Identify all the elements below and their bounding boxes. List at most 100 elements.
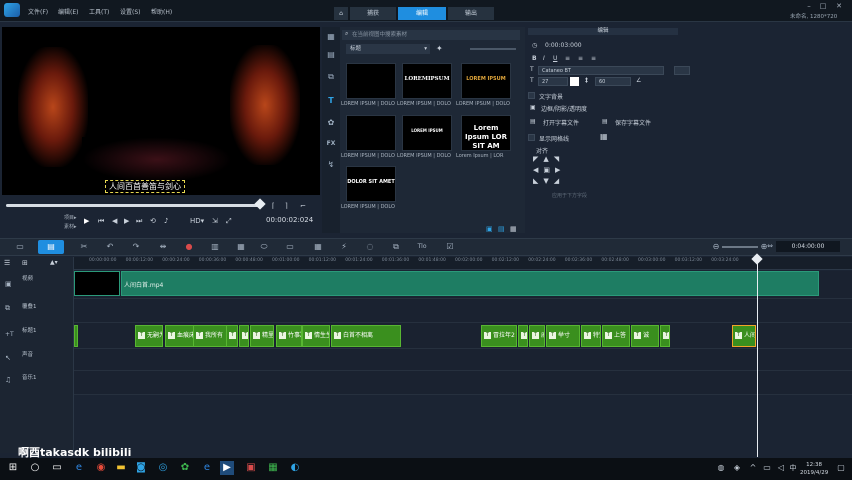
- play-button[interactable]: ▶: [84, 217, 89, 225]
- thumb-size-slider[interactable]: [470, 48, 516, 50]
- video-clip-thumbnail[interactable]: [74, 271, 120, 296]
- title-clip[interactable]: T: [226, 325, 238, 347]
- auto-music-icon[interactable]: ▦: [235, 241, 247, 252]
- playhead[interactable]: [757, 257, 758, 457]
- next-frame-button[interactable]: ▶: [124, 217, 129, 225]
- browse-icon[interactable]: ▣: [486, 225, 493, 233]
- library-search-input[interactable]: 在当前视图中搜索素材: [342, 30, 520, 40]
- title-thumb-3[interactable]: LOREM IPSUM: [461, 63, 511, 99]
- font-size-field[interactable]: 27: [538, 77, 568, 86]
- volume-icon[interactable]: ♪: [164, 217, 168, 225]
- italic-button[interactable]: I: [543, 55, 545, 62]
- title-clip[interactable]: T才知: [518, 325, 528, 347]
- zoom-out-icon[interactable]: ⊖: [710, 241, 722, 252]
- menu-tools[interactable]: 工具(T): [89, 7, 109, 16]
- audio-mixer-icon[interactable]: ▥: [209, 241, 221, 252]
- tools-icon[interactable]: ✂: [78, 241, 90, 252]
- app-icon-2[interactable]: ◎: [156, 461, 170, 475]
- title-clip[interactable]: T: [239, 325, 249, 347]
- edge-icon[interactable]: e: [72, 461, 86, 475]
- task-view-icon[interactable]: ▭: [50, 461, 64, 475]
- start-icon[interactable]: ⊞: [6, 461, 20, 475]
- title-clip[interactable]: T特究执: [581, 325, 601, 347]
- folder-icon[interactable]: ▬: [114, 461, 128, 475]
- menu-settings[interactable]: 设置(S): [120, 7, 141, 16]
- title-clip[interactable]: T柴生羽两体: [660, 325, 670, 347]
- title-clip[interactable]: T 举寸: [546, 325, 580, 347]
- expand-icon[interactable]: ⇲: [212, 217, 218, 225]
- ripple-icon[interactable]: ▲▾: [50, 259, 58, 266]
- title-thumb-2[interactable]: LOREMIPSUM: [402, 63, 452, 99]
- title-thumb-4[interactable]: [346, 115, 396, 151]
- ie-icon[interactable]: e: [200, 461, 214, 475]
- title-thumb-7[interactable]: DOLOR SIT AMET: [346, 166, 396, 202]
- tray-icon-2[interactable]: ◈: [730, 461, 744, 475]
- tab-capture[interactable]: 捕获: [350, 7, 396, 20]
- tab-edit[interactable]: 编辑: [398, 7, 446, 20]
- title-clip[interactable]: T诚: [631, 325, 659, 347]
- grid-settings-icon[interactable]: ▦: [600, 132, 608, 141]
- preview-subtitle[interactable]: 人间百首善笛与剑心: [105, 180, 185, 193]
- title-icon[interactable]: T: [325, 96, 337, 108]
- align-grid[interactable]: ◤▲◥ ◀▣▶ ◣▼◢: [533, 154, 563, 186]
- preview-window[interactable]: [2, 27, 320, 195]
- notification-icon[interactable]: ▢: [834, 461, 848, 475]
- multicam-icon[interactable]: ▦: [312, 241, 324, 252]
- save-subtitle-button[interactable]: 保存字幕文件: [615, 118, 651, 127]
- title-thumb-5[interactable]: LOREM IPSUM: [402, 115, 452, 151]
- title-clip[interactable]: T 我所有: [193, 325, 227, 347]
- ime-indicator[interactable]: 中: [786, 461, 800, 475]
- prev-frame-button[interactable]: ◀: [112, 217, 117, 225]
- hd-toggle[interactable]: HD▾: [190, 217, 204, 225]
- align-right-button[interactable]: ≡: [591, 55, 596, 62]
- zoom-slider[interactable]: [722, 246, 758, 248]
- videostudio-taskbar-icon[interactable]: ▶: [220, 461, 234, 475]
- music-track[interactable]: [74, 371, 852, 395]
- repeat-button[interactable]: ⟲: [150, 217, 156, 225]
- video-clip[interactable]: [121, 271, 819, 296]
- align-center-button[interactable]: ≡: [578, 55, 583, 62]
- app-icon-1[interactable]: ◙: [134, 461, 148, 475]
- track-manager-icon[interactable]: ☰: [4, 259, 10, 267]
- app-icon-6[interactable]: ◐: [288, 461, 302, 475]
- title-clip[interactable]: T竹事凉: [276, 325, 302, 347]
- fit-icon[interactable]: ⇹: [157, 241, 169, 252]
- font-select[interactable]: Cataneo BT: [538, 66, 664, 75]
- enlarge-icon[interactable]: ⤢: [226, 217, 232, 226]
- border-shadow-icon[interactable]: ▣: [530, 104, 536, 111]
- scrub-handle[interactable]: [254, 198, 266, 210]
- tray-icon-1[interactable]: ◍: [714, 461, 728, 475]
- motion-track-icon[interactable]: ⬭: [258, 241, 270, 252]
- close-button[interactable]: ✕: [834, 2, 844, 10]
- text-background-checkbox[interactable]: [528, 92, 535, 99]
- tray-chevron-icon[interactable]: ^: [746, 461, 760, 475]
- selected-title-clip[interactable]: T 人间: [732, 325, 756, 347]
- title-clip[interactable]: T无嗣为: [135, 325, 163, 347]
- underline-button[interactable]: U: [553, 55, 557, 62]
- chrome-icon[interactable]: ◉: [94, 461, 108, 475]
- overlay-track[interactable]: [74, 299, 852, 323]
- title-thumb-6[interactable]: Lorem Ipsum LOR SIT AM: [461, 115, 511, 151]
- align-left-button[interactable]: ≡: [565, 55, 570, 62]
- open-subtitle-button[interactable]: 打开字幕文件: [543, 118, 579, 127]
- fx-icon[interactable]: FX: [325, 140, 337, 152]
- end-button[interactable]: ⏭: [136, 217, 142, 226]
- mark-out-icon[interactable]: ⌉: [285, 202, 288, 210]
- border-shadow-label[interactable]: 边框/阴影/透明度: [541, 104, 587, 113]
- search-icon[interactable]: ○: [28, 461, 42, 475]
- add-title-icon[interactable]: ✦: [436, 44, 443, 53]
- duration-field[interactable]: 0:00:03:000: [545, 42, 582, 49]
- tab-output[interactable]: 输出: [448, 7, 494, 20]
- title-clip[interactable]: T: [74, 325, 78, 347]
- color-box[interactable]: [674, 66, 690, 75]
- instant-project-icon[interactable]: ▤: [325, 50, 337, 62]
- path-icon[interactable]: ↯: [325, 160, 337, 172]
- app-icon-3[interactable]: ✿: [178, 461, 192, 475]
- fit-project-icon[interactable]: ⇔: [764, 241, 776, 252]
- storyboard-view-icon[interactable]: ▭: [14, 241, 26, 252]
- time-remap-icon[interactable]: ⚡: [338, 241, 350, 252]
- app-icon-5[interactable]: ▦: [266, 461, 280, 475]
- undo-icon[interactable]: ↶: [104, 241, 116, 252]
- mark-in-icon[interactable]: ⌈: [272, 202, 275, 210]
- title-thumb-1[interactable]: [346, 63, 396, 99]
